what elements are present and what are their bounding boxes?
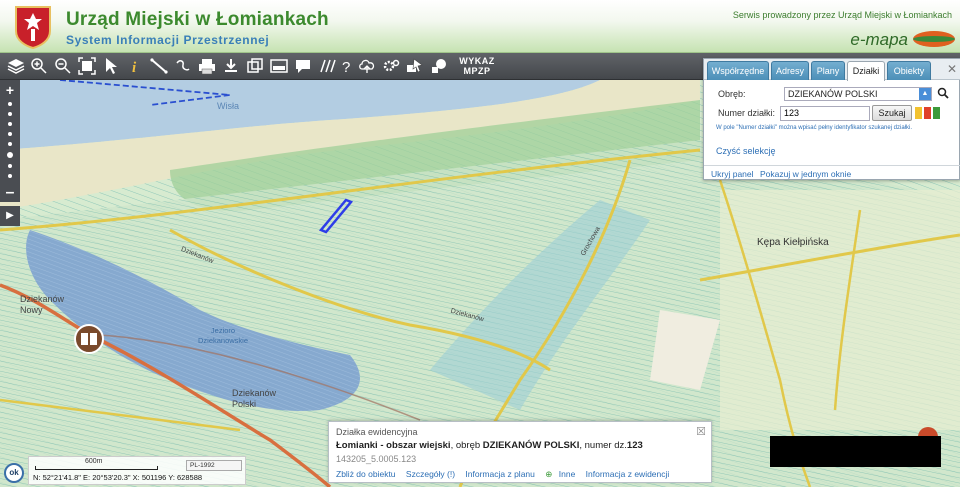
expand-arrow-icon[interactable]: ▶ [0,206,20,226]
tab-plany[interactable]: Plany [811,61,845,80]
zoom-plus-icon[interactable]: + [3,82,17,98]
search-panel: Współrzędne Adresy Plany Działki Obiekty… [703,58,960,180]
close-icon[interactable]: ☒ [696,425,706,438]
brand-name: e-mapa [850,30,908,49]
obreb-label: Obręb: [718,89,746,99]
color-swatch-red[interactable] [924,107,931,119]
search-button[interactable]: Szukaj [872,105,912,121]
map-label-jezioro: Jezioro Dziekanowskie [197,326,249,345]
info-obreb: DZIEKANÓW POLSKI [482,440,580,451]
page-subtitle: System Informacji Przestrzennej [66,33,270,47]
crest-logo [15,6,51,49]
search-hint: W pole "Numer działki" można wpisać pełn… [716,125,913,131]
color-swatch-green[interactable] [933,107,940,119]
zoom-level-dot[interactable] [8,102,12,106]
plus-circle-icon[interactable]: ⊕ [545,469,552,479]
tab-wspolrzedne[interactable]: Współrzędne [707,61,769,80]
parcel-id: 143205_5.0005.123 [336,454,417,464]
hide-panel-link[interactable]: Ukryj panel [711,169,754,179]
obreb-value: DZIEKANÓW POLSKI [788,89,878,99]
info-links: Zbliż do obiektu Szczegóły (!) Informacj… [336,469,677,480]
zoom-handle[interactable] [7,152,13,158]
ok-button[interactable]: ok [4,463,24,483]
info-sep1: , obręb [450,440,483,451]
settings-icon[interactable] [381,56,401,76]
registry-info-link[interactable]: Informacja z ewidencji [586,469,670,479]
map-label-dziekanow-nowy: Dziekanów Nowy [20,294,65,315]
parcel-info-popup: Działka ewidencyjna Łomianki - obszar wi… [328,421,712,483]
emapa-logo-icon [913,31,955,47]
app-header: Urząd Miejski w Łomiankach System Inform… [0,0,960,53]
tab-dzialki[interactable]: Działki [847,61,885,81]
map-label-kepa: Kępa Kiełpińska [757,237,829,248]
tab-adresy[interactable]: Adresy [771,61,809,80]
other-link[interactable]: Inne [559,469,576,479]
hosted-by-text: Serwis prowadzony przez Urząd Miejski w … [732,10,952,20]
numer-label: Numer działki: [718,108,776,118]
search-tabs: Współrzędne Adresy Plany Działki Obiekty… [704,59,960,81]
info-area: Łomianki - obszar wiejski [336,440,451,451]
measure-area-icon[interactable] [173,56,193,76]
clear-selection-link[interactable]: Czyść selekcję [716,146,776,156]
app-root: { "header": { "title": "Urząd Miejski w … [0,0,960,487]
coordinates-readout: N: 52°21'41.8" E: 20°53'20.3" X: 501196 … [33,473,203,482]
details-link[interactable]: Szczegóły (!) [406,469,455,479]
note-icon[interactable] [429,56,449,76]
zoom-minus-icon[interactable]: – [3,184,17,202]
coordinates-panel: 600m PL-1992 N: 52°21'41.8" E: 20°53'20.… [28,456,246,485]
scale-bar [35,466,158,470]
single-window-link[interactable]: Pokazuj w jednym oknie [760,169,851,179]
zoom-in-icon[interactable] [29,56,49,76]
wykaz-mpzp-button[interactable]: WYKAZ MPZP [454,56,500,76]
zoom-level-dot[interactable] [8,142,12,146]
map-label-wisla: Wisła [217,101,239,111]
help-icon[interactable]: ? [337,56,357,76]
chevron-down-icon[interactable]: ▲ [919,88,931,100]
print-icon[interactable] [197,56,217,76]
search-icon[interactable] [937,87,949,99]
export-icon[interactable] [245,56,265,76]
info-icon[interactable]: i [125,56,145,76]
map-label-dziekanow-polski: Dziekanów Polski [232,388,277,409]
zoom-to-object-link[interactable]: Zbliż do obiektu [336,469,396,479]
svg-text:i: i [132,60,137,75]
color-picker[interactable] [915,107,943,119]
upload-icon[interactable] [357,56,377,76]
hatch-icon[interactable] [317,56,337,76]
zoom-level-dot[interactable] [8,112,12,116]
obreb-select[interactable]: DZIEKANÓW POLSKI ▲ [784,87,932,101]
panel-footer: Ukryj panel Pokazuj w jednym oknie [704,165,960,181]
parcel-icon[interactable] [269,56,289,76]
zoom-level-dot[interactable] [8,164,12,168]
svg-text:?: ? [342,59,350,75]
comment-icon[interactable] [293,56,313,76]
plan-info-link[interactable]: Informacja z planu [465,469,534,479]
zoom-level-dot[interactable] [8,122,12,126]
zoom-slider[interactable]: + – [0,80,20,202]
zoom-out-icon[interactable] [53,56,73,76]
info-description: Łomianki - obszar wiejski, obręb DZIEKAN… [336,440,643,451]
layers-icon[interactable] [6,56,26,76]
info-number: 123 [626,440,643,451]
crs-select[interactable]: PL-1992 [186,460,242,471]
info-heading: Działka ewidencyjna [336,427,418,437]
tab-obiekty[interactable]: Obiekty [887,61,931,80]
fit-extent-icon[interactable] [77,56,97,76]
scale-label: 600m [85,458,103,465]
page-title: Urząd Miejski w Łomiankach [66,9,329,30]
download-icon[interactable] [221,56,241,76]
zoom-level-dot[interactable] [8,174,12,178]
redacted-block [770,436,941,467]
identify-icon[interactable] [405,56,425,76]
info-sep2: , numer dz. [579,440,627,451]
measure-line-icon[interactable] [149,56,169,76]
close-icon[interactable]: ✕ [947,62,957,76]
pointer-icon[interactable] [101,56,121,76]
zoom-level-dot[interactable] [8,132,12,136]
color-swatch-yellow[interactable] [915,107,922,119]
numer-dzialki-input[interactable]: 123 [780,106,870,121]
